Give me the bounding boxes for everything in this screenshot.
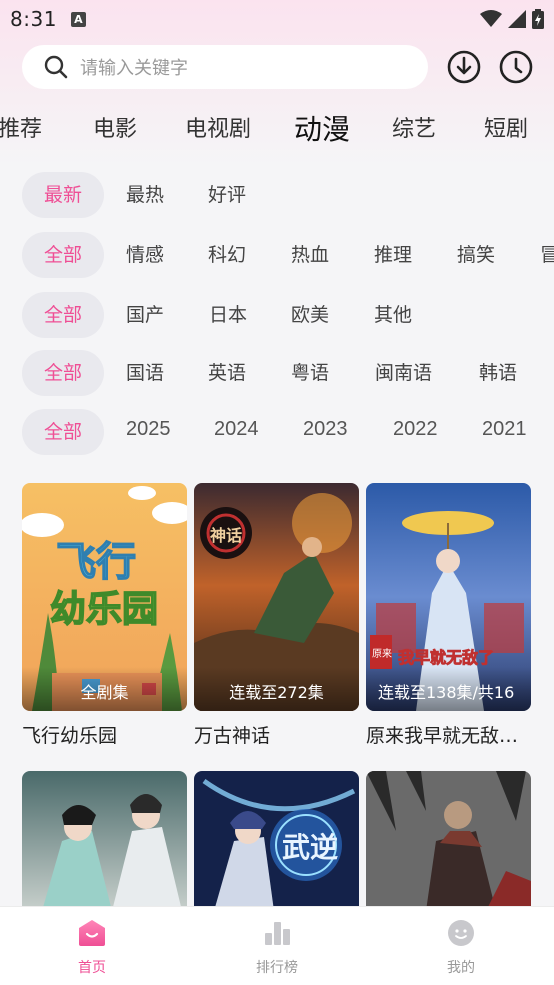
filter-year-2023[interactable]: 2023 (303, 409, 348, 452)
filter-sort-latest[interactable]: 最新 (22, 172, 104, 218)
episode-badge: 连载至138集/共16 (366, 667, 531, 711)
anime-card[interactable]: 飞行 幼乐园 全剧集 飞行幼乐园 (22, 483, 187, 748)
tab-variety[interactable]: 综艺 (392, 108, 436, 152)
sort-filter-row: 最新 最热 好评 (0, 172, 554, 218)
poster-seal-text: 神话 (210, 526, 242, 545)
status-bar: 8:31 A (0, 0, 554, 38)
battery-icon (532, 9, 544, 29)
signal-icon (508, 10, 526, 28)
filter-region-all[interactable]: 全部 (22, 292, 104, 338)
filter-region-domestic[interactable]: 国产 (126, 292, 164, 338)
filter-language-cantonese[interactable]: 粤语 (291, 350, 329, 396)
nav-profile[interactable]: 我的 (401, 907, 521, 985)
filter-language-korean[interactable]: 韩语 (479, 350, 517, 396)
filter-genre-romance[interactable]: 情感 (126, 232, 164, 278)
home-icon (79, 920, 105, 946)
status-time: 8:31 (10, 7, 57, 31)
filter-year-2021[interactable]: 2021 (482, 409, 527, 452)
notification-icon: A (70, 11, 86, 27)
filter-region-west[interactable]: 欧美 (291, 292, 329, 338)
filter-region-japan[interactable]: 日本 (209, 292, 247, 338)
filter-sort-rated[interactable]: 好评 (208, 172, 246, 218)
tab-tv-series[interactable]: 电视剧 (185, 108, 251, 152)
card-title: 原来我早就无敌… (366, 725, 519, 747)
status-icons (480, 9, 544, 29)
anime-card[interactable]: 原来 我早就无敌了 连载至138集/共16 原来我早就无敌… (366, 483, 531, 748)
anime-card[interactable]: 武逆 (194, 771, 359, 911)
tab-short-drama[interactable]: 短剧 (484, 108, 528, 152)
filter-year-2022[interactable]: 2022 (393, 409, 438, 452)
download-icon[interactable] (446, 49, 482, 85)
language-filter-row: 全部 国语 英语 粤语 闽南语 韩语 (0, 350, 554, 396)
card-title: 飞行幼乐园 (22, 725, 118, 747)
profile-icon (448, 920, 474, 946)
filter-genre-adventure[interactable]: 冒 (540, 232, 554, 278)
region-filter-row: 全部 国产 日本 欧美 其他 (0, 292, 554, 338)
search-input[interactable]: 请输入关键字 (22, 45, 428, 89)
filter-year-all[interactable]: 全部 (22, 409, 104, 455)
filter-language-all[interactable]: 全部 (22, 350, 104, 396)
clock-icon[interactable] (498, 49, 534, 85)
wifi-icon (480, 10, 502, 27)
poster-image: 原来 我早就无敌了 连载至138集/共16 (366, 483, 531, 711)
search-icon (44, 55, 68, 79)
nav-home-label: 首页 (78, 960, 106, 976)
poster-logo-text: 我早就无敌了 (398, 648, 494, 667)
filter-genre-comedy[interactable]: 搞笑 (457, 232, 495, 278)
nav-home[interactable]: 首页 (32, 907, 152, 985)
card-title: 万古神话 (194, 725, 271, 747)
filter-year-2025[interactable]: 2025 (126, 409, 171, 452)
poster-image: 武逆 (194, 771, 359, 911)
anime-card[interactable]: 神话 连载至272集 万古神话 (194, 483, 359, 748)
chart-icon (265, 922, 290, 945)
poster-logo-text: 武逆 (282, 831, 338, 864)
genre-filter-row: 全部 情感 科幻 热血 推理 搞笑 冒 (0, 232, 554, 278)
tab-anime[interactable]: 动漫 (294, 108, 350, 152)
filter-genre-action[interactable]: 热血 (291, 232, 329, 278)
filter-genre-scifi[interactable]: 科幻 (208, 232, 246, 278)
poster-image: 飞行 幼乐园 全剧集 (22, 483, 187, 711)
filter-region-other[interactable]: 其他 (374, 292, 412, 338)
filter-language-english[interactable]: 英语 (208, 350, 246, 396)
bottom-navigation: 首页 排行榜 我的 (0, 906, 554, 985)
anime-card[interactable] (22, 771, 187, 911)
anime-card[interactable] (366, 771, 531, 911)
episode-badge: 全剧集 (22, 667, 187, 711)
filter-year-2024[interactable]: 2024 (214, 409, 259, 452)
filter-genre-mystery[interactable]: 推理 (374, 232, 412, 278)
poster-image (366, 771, 531, 911)
filter-genre-all[interactable]: 全部 (22, 232, 104, 278)
filter-sort-hot[interactable]: 最热 (126, 172, 164, 218)
poster-seal-text: 原来 (372, 648, 392, 660)
poster-logo-line2: 幼乐园 (50, 589, 158, 630)
nav-profile-label: 我的 (447, 960, 475, 976)
search-row: 请输入关键字 (22, 45, 542, 89)
tab-movies[interactable]: 电影 (93, 108, 137, 152)
filter-language-mandarin[interactable]: 国语 (126, 350, 164, 396)
nav-ranking[interactable]: 排行榜 (217, 907, 337, 985)
poster-image (22, 771, 187, 911)
category-tabs: 推荐 电影 电视剧 动漫 综艺 短剧 (0, 108, 554, 152)
nav-ranking-label: 排行榜 (256, 960, 298, 976)
filter-language-minnan[interactable]: 闽南语 (375, 350, 432, 396)
year-filter-row: 全部 2025 2024 2023 2022 2021 (0, 409, 554, 455)
tab-recommend[interactable]: 推荐 (0, 108, 42, 152)
poster-image: 神话 连载至272集 (194, 483, 359, 711)
episode-badge: 连载至272集 (194, 667, 359, 711)
poster-logo-line1: 飞行 (56, 539, 136, 585)
search-placeholder: 请输入关键字 (80, 58, 188, 79)
